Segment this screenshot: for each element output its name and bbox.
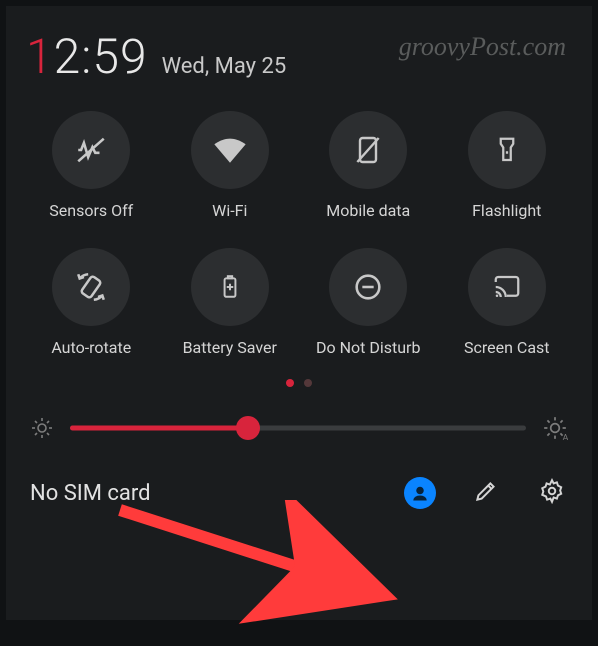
tile-label: Screen Cast — [464, 338, 550, 357]
brightness-low-icon — [30, 416, 54, 440]
auto-rotate-icon — [52, 248, 130, 326]
tile-label: Do Not Disturb — [316, 338, 420, 357]
clock[interactable]: 12:59 — [26, 28, 148, 85]
settings-button[interactable] — [534, 475, 570, 511]
sim-status: No SIM card — [30, 481, 372, 506]
pencil-icon — [473, 478, 499, 508]
clock-leading-digit: 1 — [26, 28, 54, 85]
avatar-icon — [404, 477, 436, 509]
footer-row: No SIM card — [30, 475, 570, 511]
screen-cast-icon — [468, 248, 546, 326]
page-indicator — [22, 379, 576, 387]
edit-tiles-button[interactable] — [468, 475, 504, 511]
svg-text:A: A — [563, 433, 568, 441]
user-switcher-button[interactable] — [402, 475, 438, 511]
page-dot — [304, 379, 312, 387]
tile-screen-cast[interactable]: Screen Cast — [440, 248, 575, 357]
tile-label: Auto-rotate — [51, 338, 131, 357]
clock-remainder: 2:59 — [54, 28, 148, 85]
battery-saver-icon — [191, 248, 269, 326]
header: 12:59 Wed, May 25 — [26, 28, 576, 85]
sensors-off-icon — [52, 111, 130, 189]
tile-label: Mobile data — [326, 201, 410, 220]
tile-wifi[interactable]: Wi-Fi — [163, 111, 298, 220]
tile-do-not-disturb[interactable]: Do Not Disturb — [301, 248, 436, 357]
do-not-disturb-icon — [329, 248, 407, 326]
tile-flashlight[interactable]: Flashlight — [440, 111, 575, 220]
slider-thumb[interactable] — [236, 416, 260, 440]
brightness-row: A — [30, 415, 568, 441]
wifi-icon — [191, 111, 269, 189]
mobile-data-icon — [329, 111, 407, 189]
date-label[interactable]: Wed, May 25 — [162, 54, 287, 79]
tile-battery-saver[interactable]: Battery Saver — [163, 248, 298, 357]
brightness-slider[interactable] — [70, 418, 526, 438]
flashlight-icon — [468, 111, 546, 189]
brightness-auto-icon[interactable]: A — [542, 415, 568, 441]
tile-label: Wi-Fi — [212, 201, 247, 220]
tile-auto-rotate[interactable]: Auto-rotate — [24, 248, 159, 357]
quick-settings-grid: Sensors Off Wi-Fi Mobile data — [24, 111, 574, 357]
tile-mobile-data[interactable]: Mobile data — [301, 111, 436, 220]
tile-sensors-off[interactable]: Sensors Off — [24, 111, 159, 220]
tile-label: Sensors Off — [49, 201, 133, 220]
notification-panel: groovyPost.com 12:59 Wed, May 25 Sensors… — [6, 6, 592, 620]
tile-label: Battery Saver — [183, 338, 277, 357]
slider-fill — [70, 426, 248, 431]
tile-label: Flashlight — [472, 201, 541, 220]
page-dot-active — [286, 379, 294, 387]
gear-icon — [539, 478, 565, 508]
